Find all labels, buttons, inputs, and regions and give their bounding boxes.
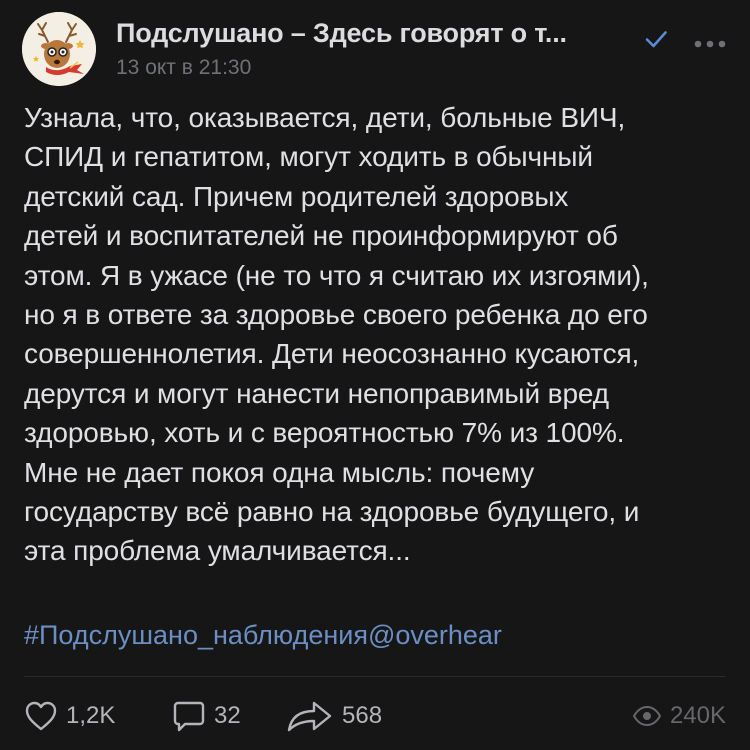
post-text-line: детский сад. Причем родителей здоровых: [24, 180, 569, 212]
eye-icon: [632, 705, 662, 727]
comment-icon: [173, 701, 205, 732]
share-button[interactable]: 568: [286, 690, 382, 742]
post-text-line: государству всё равно на здоровье будуще…: [24, 496, 640, 528]
like-button[interactable]: 1,2K: [24, 690, 115, 742]
comment-count: 32: [214, 702, 241, 729]
post-text: Узнала, что, оказывается, дети, больные …: [24, 98, 726, 571]
channel-avatar[interactable]: [22, 12, 96, 86]
post-text-line: эта проблема умалчивается...: [24, 535, 411, 567]
share-arrow-icon: [287, 701, 332, 732]
post-text-line: детей и воспитателей не проинформируют о…: [24, 220, 618, 252]
views-counter: 240K: [632, 690, 726, 742]
comment-button[interactable]: 32: [172, 690, 241, 742]
hashtag-link[interactable]: #Подслушано_наблюдения@overhear: [24, 620, 502, 651]
share-count: 568: [342, 702, 383, 729]
channel-name[interactable]: Подслушано – Здесь говорят о т...: [116, 18, 567, 49]
heart-icon: [25, 701, 57, 731]
post-card: Подслушано – Здесь говорят о т... 13 окт…: [0, 0, 750, 750]
post-header: Подслушано – Здесь говорят о т... 13 окт…: [22, 12, 728, 86]
post-text-line: Мне не дает покоя одна мысль: почему: [24, 456, 535, 488]
post-footer: 1,2K 32 568 240K: [0, 690, 750, 746]
post-text-line: СПИД и гепатитом, могут ходить в обычный: [24, 141, 593, 173]
post-text-line: здоровью, хоть и с вероятностью 7% из 10…: [24, 417, 625, 449]
post-date[interactable]: 13 окт в 21:30: [116, 56, 251, 80]
post-text-line: совершеннолетия. Дети неосознанно кусают…: [24, 338, 640, 370]
footer-divider: [24, 676, 726, 677]
check-icon: [642, 25, 670, 53]
post-text-line: этом. Я в ужасе (не то что я считаю их и…: [24, 259, 649, 291]
like-count: 1,2K: [66, 702, 116, 729]
deer-logo-icon: [22, 12, 96, 86]
post-text-line: Узнала, что, оказывается, дети, больные …: [24, 102, 626, 133]
post-text-line: но я в ответе за здоровье своего ребенка…: [24, 299, 648, 331]
post-text-line: дерутся и могут нанести непоправимый вре…: [24, 377, 610, 409]
views-count: 240K: [669, 702, 726, 729]
more-dots-icon[interactable]: [690, 34, 730, 54]
